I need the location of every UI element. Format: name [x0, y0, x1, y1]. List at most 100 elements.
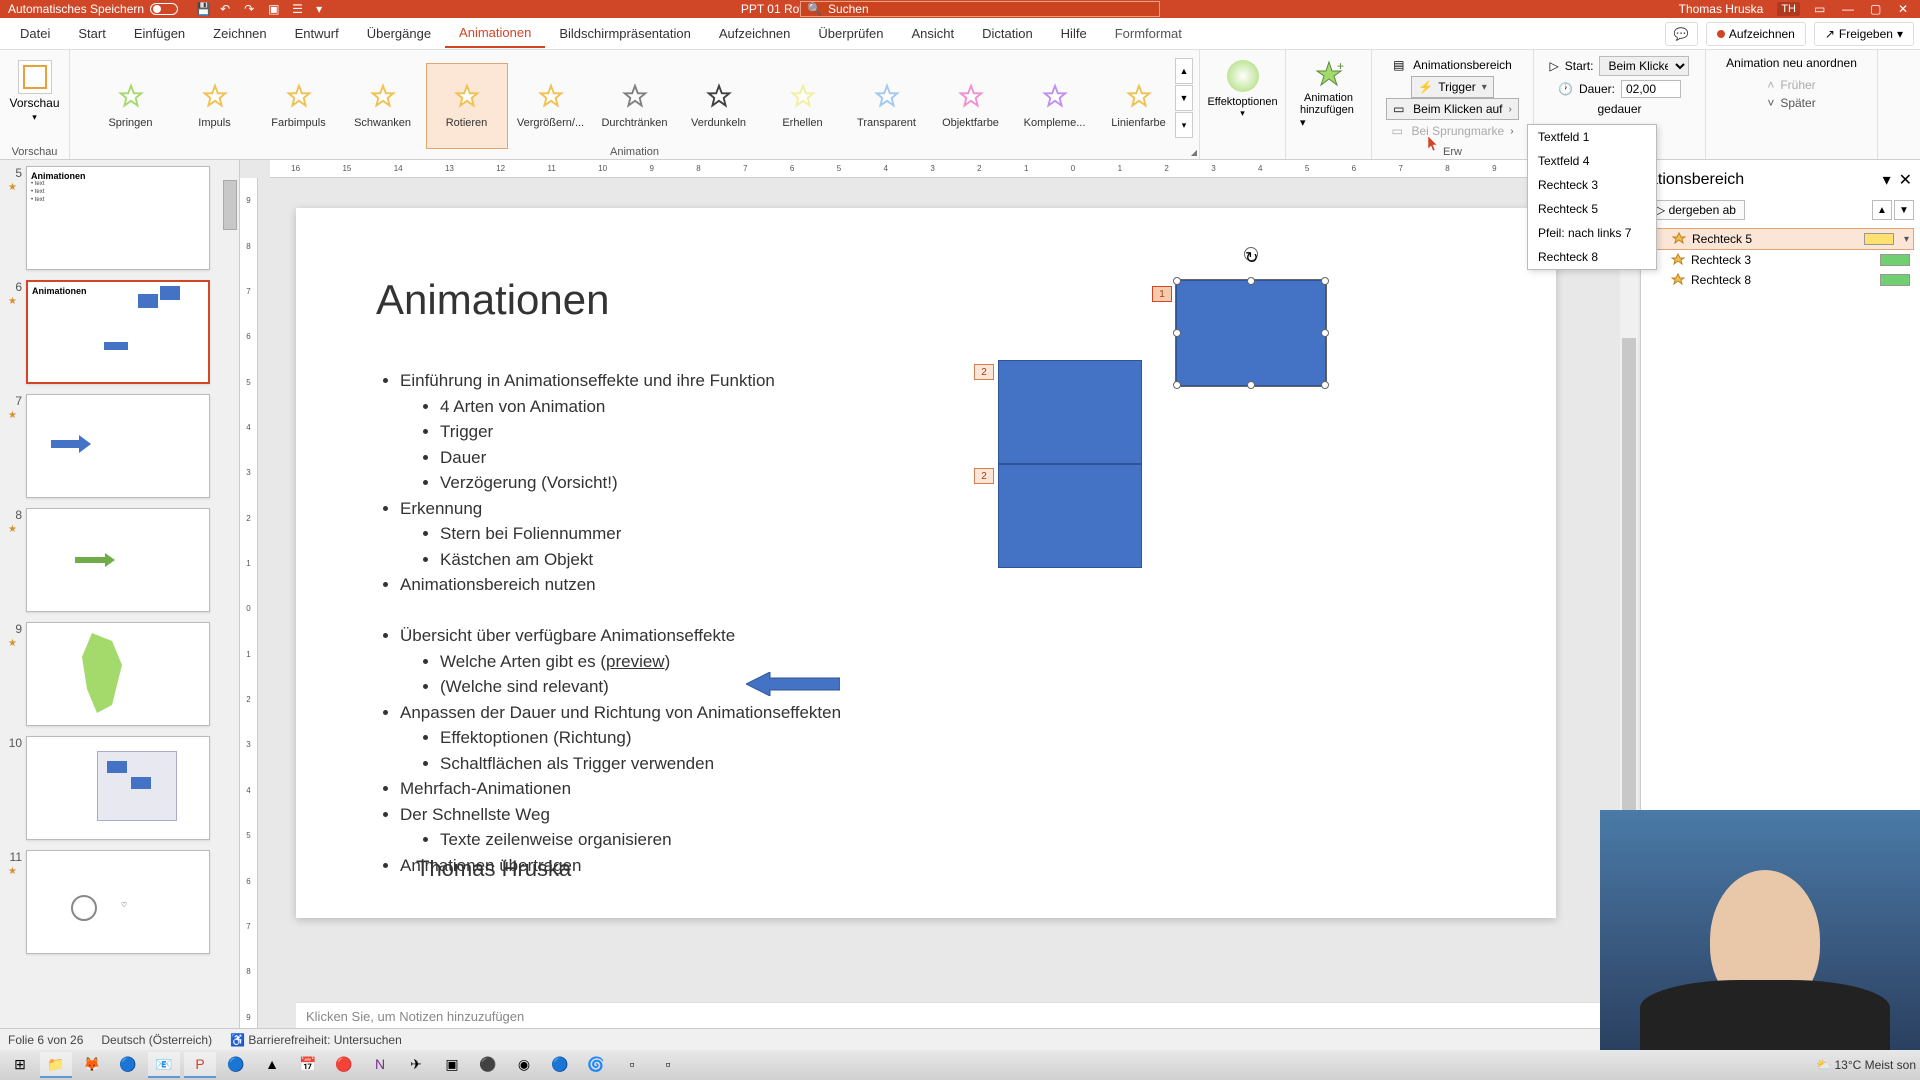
shape-rechteck-5[interactable]: ↻ — [1176, 280, 1326, 386]
trigger-target-option[interactable]: Rechteck 3 — [1528, 173, 1656, 197]
accessibility-status[interactable]: ♿ Barrierefreiheit: Untersuchen — [230, 1033, 402, 1047]
add-animation-button[interactable]: + Animation hinzufügen ▾ — [1294, 54, 1363, 135]
language-status[interactable]: Deutsch (Österreich) — [101, 1033, 212, 1047]
slide-counter[interactable]: Folie 6 von 26 — [8, 1033, 83, 1047]
group-expand-icon[interactable]: ◢ — [1191, 148, 1197, 157]
resize-handle[interactable] — [1173, 277, 1181, 285]
tab-record[interactable]: Aufzeichnen — [705, 20, 805, 47]
tab-help[interactable]: Hilfe — [1047, 20, 1101, 47]
animation-list-item[interactable]: Rechteck 3 — [1647, 250, 1914, 270]
chrome-icon[interactable]: 🔵 — [112, 1052, 144, 1078]
resize-handle[interactable] — [1247, 381, 1255, 389]
tab-slideshow[interactable]: Bildschirmpräsentation — [545, 20, 705, 47]
tab-animations[interactable]: Animationen — [445, 19, 545, 48]
trigger-target-option[interactable]: Pfeil: nach links 7 — [1528, 221, 1656, 245]
animation-vergrern[interactable]: Vergrößern/... — [510, 63, 592, 149]
play-from-button[interactable]: ▷ dergeben ab — [1647, 200, 1745, 220]
tab-view[interactable]: Ansicht — [897, 20, 968, 47]
app-icon[interactable]: ▣ — [436, 1052, 468, 1078]
user-avatar[interactable]: TH — [1777, 2, 1800, 16]
tab-insert[interactable]: Einfügen — [120, 20, 199, 47]
comments-button[interactable]: 💬 — [1665, 22, 1698, 46]
minimize-icon[interactable]: — — [1842, 2, 1856, 16]
tab-transitions[interactable]: Übergänge — [353, 20, 445, 47]
resize-handle[interactable] — [1173, 329, 1181, 337]
preview-button[interactable]: Vorschau ▾ — [3, 54, 65, 129]
animation-rotieren[interactable]: Rotieren — [426, 63, 508, 149]
vlc-icon[interactable]: ▲ — [256, 1052, 288, 1078]
pane-close-icon[interactable]: ✕ — [1899, 170, 1912, 190]
search-box[interactable]: 🔍 — [800, 1, 1160, 17]
animation-farbimpuls[interactable]: Farbimpuls — [258, 63, 340, 149]
tab-shapeformat[interactable]: Formformat — [1101, 20, 1196, 47]
tab-design[interactable]: Entwurf — [281, 20, 353, 47]
animation-list-item[interactable]: Rechteck 8 — [1647, 270, 1914, 290]
thumbnail-scrollbar[interactable] — [221, 160, 239, 1040]
save-icon[interactable]: 💾 — [196, 2, 210, 16]
effect-options-button[interactable]: Effektoptionen ▾ — [1201, 54, 1283, 125]
user-name[interactable]: Thomas Hruska — [1679, 2, 1764, 16]
start-button[interactable]: ⊞ — [4, 1052, 36, 1078]
slide-thumbnail-11[interactable]: 11★♡ — [4, 850, 235, 954]
app-icon[interactable]: 🔴 — [328, 1052, 360, 1078]
slide-canvas[interactable]: Animationen Einführung in Animationseffe… — [296, 208, 1556, 918]
move-up-button[interactable]: ▲ — [1872, 200, 1892, 220]
animation-impuls[interactable]: Impuls — [174, 63, 256, 149]
app-icon[interactable]: ▫ — [652, 1052, 684, 1078]
animation-list-item[interactable]: Rechteck 5▾ — [1647, 228, 1914, 250]
redo-icon[interactable]: ↷ — [244, 2, 258, 16]
slide-thumbnail-7[interactable]: 7★ — [4, 394, 235, 498]
app-icon[interactable]: 🔵 — [544, 1052, 576, 1078]
autosave-toggle[interactable]: Automatisches Speichern — [8, 2, 178, 16]
search-input[interactable] — [828, 2, 1153, 16]
outlook-icon[interactable]: 📧 — [148, 1052, 180, 1078]
animation-kompleme[interactable]: Kompleme... — [1014, 63, 1096, 149]
close-icon[interactable]: ✕ — [1898, 2, 1912, 16]
obs-icon[interactable]: ⚫ — [472, 1052, 504, 1078]
animation-linienfarbe[interactable]: Linienfarbe — [1098, 63, 1180, 149]
trigger-target-option[interactable]: Rechteck 8 — [1528, 245, 1656, 269]
shape-rechteck-8[interactable] — [998, 464, 1142, 568]
gallery-more-button[interactable]: ▾ — [1175, 112, 1193, 138]
animation-springen[interactable]: Springen — [90, 63, 172, 149]
slide-thumbnail-9[interactable]: 9★ — [4, 622, 235, 726]
resize-handle[interactable] — [1321, 381, 1329, 389]
calendar-icon[interactable]: 📅 — [292, 1052, 324, 1078]
duration-input[interactable] — [1621, 80, 1681, 98]
start-select[interactable]: Beim Klicken — [1599, 56, 1689, 76]
app-icon[interactable]: ◉ — [508, 1052, 540, 1078]
present-icon[interactable]: ▣ — [268, 2, 282, 16]
slide-thumbnail-8[interactable]: 8★ — [4, 508, 235, 612]
tab-file[interactable]: Datei — [6, 20, 64, 47]
shape-rechteck-3[interactable] — [998, 360, 1142, 464]
slide-thumbnail-5[interactable]: 5★Animationen• text• text• text — [4, 166, 235, 270]
animation-tag-2b[interactable]: 2 — [974, 468, 994, 484]
animation-transparent[interactable]: Transparent — [846, 63, 928, 149]
slide-thumbnail-6[interactable]: 6★Animationen — [4, 280, 235, 384]
explorer-icon[interactable]: 📁 — [40, 1052, 72, 1078]
slide-author[interactable]: Thomas Hruska — [416, 856, 571, 882]
animation-tag-2a[interactable]: 2 — [974, 364, 994, 380]
app-icon[interactable]: 🔵 — [220, 1052, 252, 1078]
trigger-target-option[interactable]: Textfeld 1 — [1528, 125, 1656, 149]
undo-icon[interactable]: ↶ — [220, 2, 234, 16]
tab-draw[interactable]: Zeichnen — [199, 20, 280, 47]
maximize-icon[interactable]: ▢ — [1870, 2, 1884, 16]
move-later-button[interactable]: ˅Später — [1767, 94, 1815, 112]
pane-dropdown-icon[interactable]: ▾ — [1883, 170, 1891, 190]
trigger-target-option[interactable]: Rechteck 5 — [1528, 197, 1656, 221]
scrollbar-thumb[interactable] — [1622, 338, 1636, 858]
tab-dictation[interactable]: Dictation — [968, 20, 1047, 47]
trigger-onclick-option[interactable]: ▭ Beim Klicken auf › — [1386, 98, 1519, 120]
slide-title[interactable]: Animationen — [376, 276, 609, 324]
share-button[interactable]: ↗Freigeben ▾ — [1814, 22, 1914, 46]
gallery-down-button[interactable]: ▼ — [1175, 85, 1193, 111]
firefox-icon[interactable]: 🦊 — [76, 1052, 108, 1078]
resize-handle[interactable] — [1247, 277, 1255, 285]
record-button[interactable]: Aufzeichnen — [1706, 22, 1806, 46]
tab-start[interactable]: Start — [64, 20, 119, 47]
animation-schwanken[interactable]: Schwanken — [342, 63, 424, 149]
powerpoint-icon[interactable]: P — [184, 1052, 216, 1078]
animation-objektfarbe[interactable]: Objektfarbe — [930, 63, 1012, 149]
touch-mode-icon[interactable]: ☰ — [292, 2, 306, 16]
